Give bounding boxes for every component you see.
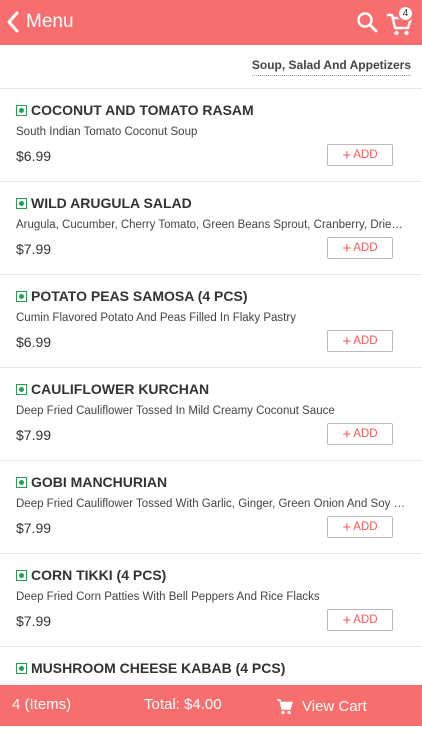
add-label: ADD bbox=[353, 521, 378, 533]
menu-list: COCONUT AND TOMATO RASAM South Indian To… bbox=[0, 89, 422, 685]
veg-indicator-icon bbox=[16, 198, 27, 209]
cart-total: Total: $4.00 bbox=[144, 696, 222, 713]
item-price: $7.99 bbox=[16, 520, 52, 536]
add-button[interactable]: + ADD bbox=[327, 237, 393, 259]
category-title[interactable]: Soup, Salad And Appetizers bbox=[251, 58, 411, 76]
plus-icon: + bbox=[342, 518, 352, 536]
plus-icon: + bbox=[342, 611, 352, 629]
back-button[interactable]: Menu bbox=[6, 7, 74, 37]
veg-indicator-icon bbox=[16, 384, 27, 395]
menu-item: CAULIFLOWER KURCHAN Deep Fried Cauliflow… bbox=[0, 368, 422, 461]
add-label: ADD bbox=[353, 428, 378, 440]
cart-summary-bar: 4 (Items) Total: $4.00 View Cart bbox=[0, 685, 422, 726]
add-label: ADD bbox=[353, 614, 378, 626]
menu-item: GOBI MANCHURIAN Deep Fried Cauliflower T… bbox=[0, 461, 422, 554]
cart-count-badge: 4 bbox=[397, 5, 414, 22]
item-description: Arugula, Cucumber, Cherry Tomato, Green … bbox=[16, 219, 406, 231]
veg-indicator-icon bbox=[16, 291, 27, 302]
veg-indicator-icon bbox=[16, 477, 27, 488]
item-name: CAULIFLOWER KURCHAN bbox=[31, 381, 210, 397]
item-name: MUSHROOM CHEESE KABAB (4 PCS) bbox=[31, 660, 286, 676]
veg-indicator-icon bbox=[16, 663, 27, 674]
menu-item: POTATO PEAS SAMOSA (4 PCS) Cumin Flavore… bbox=[0, 275, 422, 368]
menu-item: COCONUT AND TOMATO RASAM South Indian To… bbox=[0, 89, 422, 182]
plus-icon: + bbox=[342, 146, 352, 164]
item-price: $7.99 bbox=[16, 613, 52, 629]
plus-icon: + bbox=[342, 425, 352, 443]
chevron-left-icon bbox=[7, 11, 19, 33]
cart-icon bbox=[277, 698, 293, 714]
plus-icon: + bbox=[342, 239, 352, 257]
item-description: Deep Fried Cauliflower Tossed With Garli… bbox=[16, 498, 406, 510]
item-description: South Indian Tomato Coconut Soup bbox=[16, 126, 198, 138]
item-description: Cumin Flavored Potato And Peas Filled In… bbox=[16, 312, 296, 324]
menu-item: WILD ARUGULA SALAD Arugula, Cucumber, Ch… bbox=[0, 182, 422, 275]
back-label: Menu bbox=[26, 11, 74, 32]
add-button[interactable]: + ADD bbox=[327, 330, 393, 352]
item-price: $7.99 bbox=[16, 427, 52, 443]
item-name: CORN TIKKI (4 PCS) bbox=[31, 567, 167, 583]
add-button[interactable]: + ADD bbox=[327, 609, 393, 631]
item-name: GOBI MANCHURIAN bbox=[31, 474, 168, 490]
item-description: Deep Fried Cauliflower Tossed In Mild Cr… bbox=[16, 405, 335, 417]
add-label: ADD bbox=[353, 242, 378, 254]
item-price: $7.99 bbox=[16, 241, 52, 257]
add-label: ADD bbox=[353, 149, 378, 161]
search-icon bbox=[357, 12, 378, 33]
item-price: $6.99 bbox=[16, 148, 52, 164]
item-name: WILD ARUGULA SALAD bbox=[31, 195, 192, 211]
add-label: ADD bbox=[353, 335, 378, 347]
menu-item: MUSHROOM CHEESE KABAB (4 PCS) bbox=[0, 647, 422, 685]
add-button[interactable]: + ADD bbox=[327, 516, 393, 538]
search-button[interactable] bbox=[356, 11, 378, 33]
cart-item-count: 4 (Items) bbox=[12, 696, 72, 713]
veg-indicator-icon bbox=[16, 570, 27, 581]
app-header: Menu 4 bbox=[0, 0, 422, 45]
item-price: $6.99 bbox=[16, 334, 52, 350]
item-description: Deep Fried Corn Patties With Bell Pepper… bbox=[16, 591, 320, 603]
item-name: POTATO PEAS SAMOSA (4 PCS) bbox=[31, 288, 248, 304]
veg-indicator-icon bbox=[16, 105, 27, 116]
view-cart-button[interactable]: View Cart bbox=[276, 692, 367, 720]
category-bar: Soup, Salad And Appetizers bbox=[0, 45, 422, 89]
menu-item: CORN TIKKI (4 PCS) Deep Fried Corn Patti… bbox=[0, 554, 422, 647]
item-name: COCONUT AND TOMATO RASAM bbox=[31, 102, 254, 118]
add-button[interactable]: + ADD bbox=[327, 423, 393, 445]
add-button[interactable]: + ADD bbox=[327, 144, 393, 166]
view-cart-label: View Cart bbox=[302, 697, 367, 715]
plus-icon: + bbox=[342, 332, 352, 350]
